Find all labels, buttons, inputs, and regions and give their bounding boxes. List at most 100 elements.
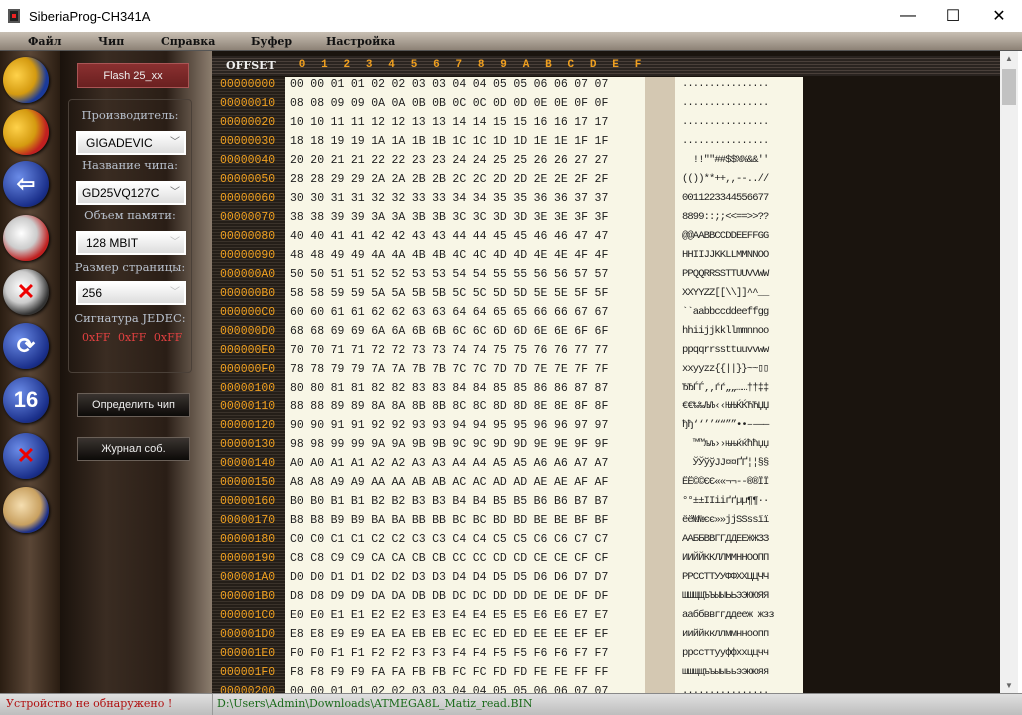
row-ascii[interactable]: ppqqrrssttuuvvww [682,341,769,360]
row-hex-bytes[interactable]: 68 68 69 69 6A 6A 6B 6B 6C 6C 6D 6D 6E 6… [290,322,608,341]
hex-row[interactable]: 00000070 38 38 39 39 3A 3A 3B 3B 3C 3C 3D… [212,208,812,227]
row-ascii[interactable]: !!""##$$%%&&'' [682,151,770,170]
hex-row[interactable]: 000001D0 E8 E8 E9 E9 EA EA EB EB EC EC ED… [212,625,812,644]
row-ascii[interactable]: PPQQRRSSTTUUVVWW [682,265,769,284]
hex-row[interactable]: 000001E0 F0 F0 F1 F1 F2 F2 F3 F3 F4 F4 F5… [212,644,812,663]
row-hex-bytes[interactable]: A0 A0 A1 A1 A2 A2 A3 A3 A4 A4 A5 A5 A6 A… [290,454,608,473]
flash-type-button[interactable]: Flash 25_xx [77,63,189,88]
hex-row[interactable]: 00000200 00 00 01 01 02 02 03 03 04 04 05… [212,682,812,693]
row-hex-bytes[interactable]: 38 38 39 39 3A 3A 3B 3B 3C 3C 3D 3D 3E 3… [290,208,608,227]
row-ascii[interactable]: 0011223344556677 [682,189,769,208]
row-ascii[interactable]: ААББВВГГДДЕЕЖЖЗЗ [682,530,769,549]
row-hex-bytes[interactable]: 70 70 71 71 72 72 73 73 74 74 75 75 76 7… [290,341,608,360]
open-folder-icon[interactable] [3,57,49,103]
menu-chip[interactable]: Чип [98,32,124,51]
row-ascii[interactable]: ЂЂЃЃ‚‚ѓѓ„„……††‡‡ [682,379,769,398]
row-hex-bytes[interactable]: F8 F8 F9 F9 FA FA FB FB FC FC FD FD FE F… [290,663,608,682]
menu-file[interactable]: Файл [28,32,61,51]
hex-row[interactable]: 000001A0 D0 D0 D1 D1 D2 D2 D3 D3 D4 D4 D5… [212,568,812,587]
hex-row[interactable]: 00000120 90 90 91 91 92 92 93 93 94 94 95… [212,416,812,435]
save-folder-icon[interactable] [3,109,49,155]
row-ascii[interactable]: ................ [682,113,769,132]
hex-row[interactable]: 00000140 A0 A0 A1 A1 A2 A2 A3 A3 A4 A4 A5… [212,454,812,473]
row-ascii[interactable]: ррссттууффххццчч [682,644,769,663]
row-ascii[interactable]: ................ [682,682,769,693]
row-ascii[interactable]: ................ [682,132,769,151]
menu-settings[interactable]: Настройка [326,32,395,51]
detect-chip-button[interactable]: Определить чип [77,393,190,417]
row-hex-bytes[interactable]: B8 B8 B9 B9 BA BA BB BB BC BC BD BD BE B… [290,511,608,530]
scroll-up-icon[interactable]: ▲ [1000,54,1018,63]
hex-row[interactable]: 00000130 98 98 99 99 9A 9A 9B 9B 9C 9C 9D… [212,435,812,454]
row-ascii[interactable]: °°±±IIiiґґµµ¶¶·· [682,492,769,511]
hex-16-icon[interactable]: 16 [3,377,49,423]
row-ascii[interactable]: ИИЙЙККЛЛММННООПП [682,549,769,568]
row-hex-bytes[interactable]: 48 48 49 49 4A 4A 4B 4B 4C 4C 4D 4D 4E 4… [290,246,608,265]
hex-row[interactable]: 000000E0 70 70 71 71 72 72 73 73 74 74 75… [212,341,812,360]
hex-row[interactable]: 000000F0 78 78 79 79 7A 7A 7B 7B 7C 7C 7D… [212,360,812,379]
event-log-button[interactable]: Журнал соб. [77,437,190,461]
hex-row[interactable]: 00000050 28 28 29 29 2A 2A 2B 2B 2C 2C 2D… [212,170,812,189]
hex-row[interactable]: 000001C0 E0 E0 E1 E1 E2 E2 E3 E3 E4 E4 E5… [212,606,812,625]
maximize-button[interactable]: ☐ [930,0,976,32]
row-hex-bytes[interactable]: 10 10 11 11 12 12 13 13 14 14 15 15 16 1… [290,113,608,132]
row-ascii[interactable]: ЁЁ©©ЄЄ««¬¬--®®ЇЇ [682,473,769,492]
row-hex-bytes[interactable]: 18 18 19 19 1A 1A 1B 1B 1C 1C 1D 1D 1E 1… [290,132,608,151]
row-ascii[interactable]: hhiijjkkllmmnnoo [682,322,769,341]
auto-program-icon[interactable]: ✕ [3,433,49,479]
row-ascii[interactable]: шшщщъъыыььээююяя [682,663,769,682]
memory-size-select[interactable]: 128 MBIT ﹀ [76,231,186,255]
row-hex-bytes[interactable]: A8 A8 A9 A9 AA AA AB AB AC AC AD AD AE A… [290,473,608,492]
hex-row[interactable]: 000000B0 58 58 59 59 5A 5A 5B 5B 5C 5C 5D… [212,284,812,303]
row-ascii[interactable]: 8899::;;<<==>>?? [682,208,769,227]
chip-name-select[interactable]: GD25VQ127C ﹀ [76,181,186,205]
row-hex-bytes[interactable]: E0 E0 E1 E1 E2 E2 E3 E3 E4 E4 E5 E5 E6 E… [290,606,608,625]
row-hex-bytes[interactable]: 00 00 01 01 02 02 03 03 04 04 05 05 06 0… [290,682,608,693]
menu-help[interactable]: Справка [161,32,215,51]
hex-row[interactable]: 00000060 30 30 31 31 32 32 33 33 34 34 35… [212,189,812,208]
hex-row[interactable]: 000001B0 D8 D8 D9 D9 DA DA DB DB DC DC DD… [212,587,812,606]
row-hex-bytes[interactable]: 08 08 09 09 0A 0A 0B 0B 0C 0C 0D 0D 0E 0… [290,94,608,113]
row-ascii[interactable]: ёё№№єє»»jjSSssїї [682,511,769,530]
scrollbar-thumb[interactable] [1002,69,1016,105]
row-hex-bytes[interactable]: 80 80 81 81 82 82 83 83 84 84 85 85 86 8… [290,379,608,398]
row-ascii[interactable]: ииййккллммннoопп [682,625,769,644]
row-ascii[interactable]: ШШЩЩЪЪЫЫЬЬЭЭЮЮЯЯ [682,587,769,606]
row-ascii[interactable]: xxyyzz{{||}}~~▯▯ [682,360,769,379]
row-hex-bytes[interactable]: 98 98 99 99 9A 9A 9B 9B 9C 9C 9D 9D 9E 9… [290,435,608,454]
row-hex-bytes[interactable]: D0 D0 D1 D1 D2 D2 D3 D3 D4 D4 D5 D5 D6 D… [290,568,608,587]
hex-row[interactable]: 00000000 00 00 01 01 02 02 03 03 04 04 05… [212,75,812,94]
row-ascii[interactable]: ЎЎўўЈЈ¤¤ҐҐ¦¦§§ [682,454,770,473]
hex-row[interactable]: 00000080 40 40 41 41 42 42 43 43 44 44 45… [212,227,812,246]
hex-row[interactable]: 00000190 C8 C8 C9 C9 CA CA CB CB CC CC CD… [212,549,812,568]
row-hex-bytes[interactable]: E8 E8 E9 E9 EA EA EB EB EC EC ED ED EE E… [290,625,608,644]
row-ascii[interactable]: ................ [682,94,769,113]
write-chip-icon[interactable] [3,215,49,261]
row-ascii[interactable]: ................ [682,75,769,94]
hex-row[interactable]: 00000040 20 20 21 21 22 22 23 23 24 24 25… [212,151,812,170]
row-hex-bytes[interactable]: D8 D8 D9 D9 DA DA DB DB DC DC DD DD DE D… [290,587,608,606]
row-hex-bytes[interactable]: F0 F0 F1 F1 F2 F2 F3 F3 F4 F4 F5 F5 F6 F… [290,644,608,663]
hex-row[interactable]: 000000C0 60 60 61 61 62 62 63 63 64 64 65… [212,303,812,322]
row-ascii[interactable]: XXYYZZ[[\\]]^^__ [682,284,769,303]
hex-row[interactable]: 00000010 08 08 09 09 0A 0A 0B 0B 0C 0C 0D… [212,94,812,113]
row-ascii[interactable]: (())**++,,--..// [682,170,769,189]
row-hex-bytes[interactable]: C8 C8 C9 C9 CA CA CB CB CC CC CD CD CE C… [290,549,608,568]
read-chip-icon[interactable]: ⇦ [3,161,49,207]
row-ascii[interactable]: ааббввггддееж жзз [682,606,775,625]
hex-row[interactable]: 00000020 10 10 11 11 12 12 13 13 14 14 15… [212,113,812,132]
row-hex-bytes[interactable]: 58 58 59 59 5A 5A 5B 5B 5C 5C 5D 5D 5E 5… [290,284,608,303]
row-hex-bytes[interactable]: 88 88 89 89 8A 8A 8B 8B 8C 8C 8D 8D 8E 8… [290,397,608,416]
close-button[interactable]: ✕ [976,0,1022,32]
hex-row[interactable]: 00000110 88 88 89 89 8A 8A 8B 8B 8C 8C 8D… [212,397,812,416]
row-hex-bytes[interactable]: 60 60 61 61 62 62 63 63 64 64 65 65 66 6… [290,303,608,322]
hex-row[interactable]: 00000100 80 80 81 81 82 82 83 83 84 84 85… [212,379,812,398]
row-hex-bytes[interactable]: 28 28 29 29 2A 2A 2B 2B 2C 2C 2D 2D 2E 2… [290,170,608,189]
row-hex-bytes[interactable]: 90 90 91 91 92 92 93 93 94 94 95 95 96 9… [290,416,608,435]
verify-icon[interactable]: ⟳ [3,323,49,369]
row-hex-bytes[interactable]: 30 30 31 31 32 32 33 33 34 34 35 35 36 3… [290,189,608,208]
row-hex-bytes[interactable]: 20 20 21 21 22 22 23 23 24 24 25 25 26 2… [290,151,608,170]
row-ascii[interactable]: HHIIJJKKLLMMNNOO [682,246,769,265]
row-hex-bytes[interactable]: 78 78 79 79 7A 7A 7B 7B 7C 7C 7D 7D 7E 7… [290,360,608,379]
row-hex-bytes[interactable]: 00 00 01 01 02 02 03 03 04 04 05 05 06 0… [290,75,608,94]
